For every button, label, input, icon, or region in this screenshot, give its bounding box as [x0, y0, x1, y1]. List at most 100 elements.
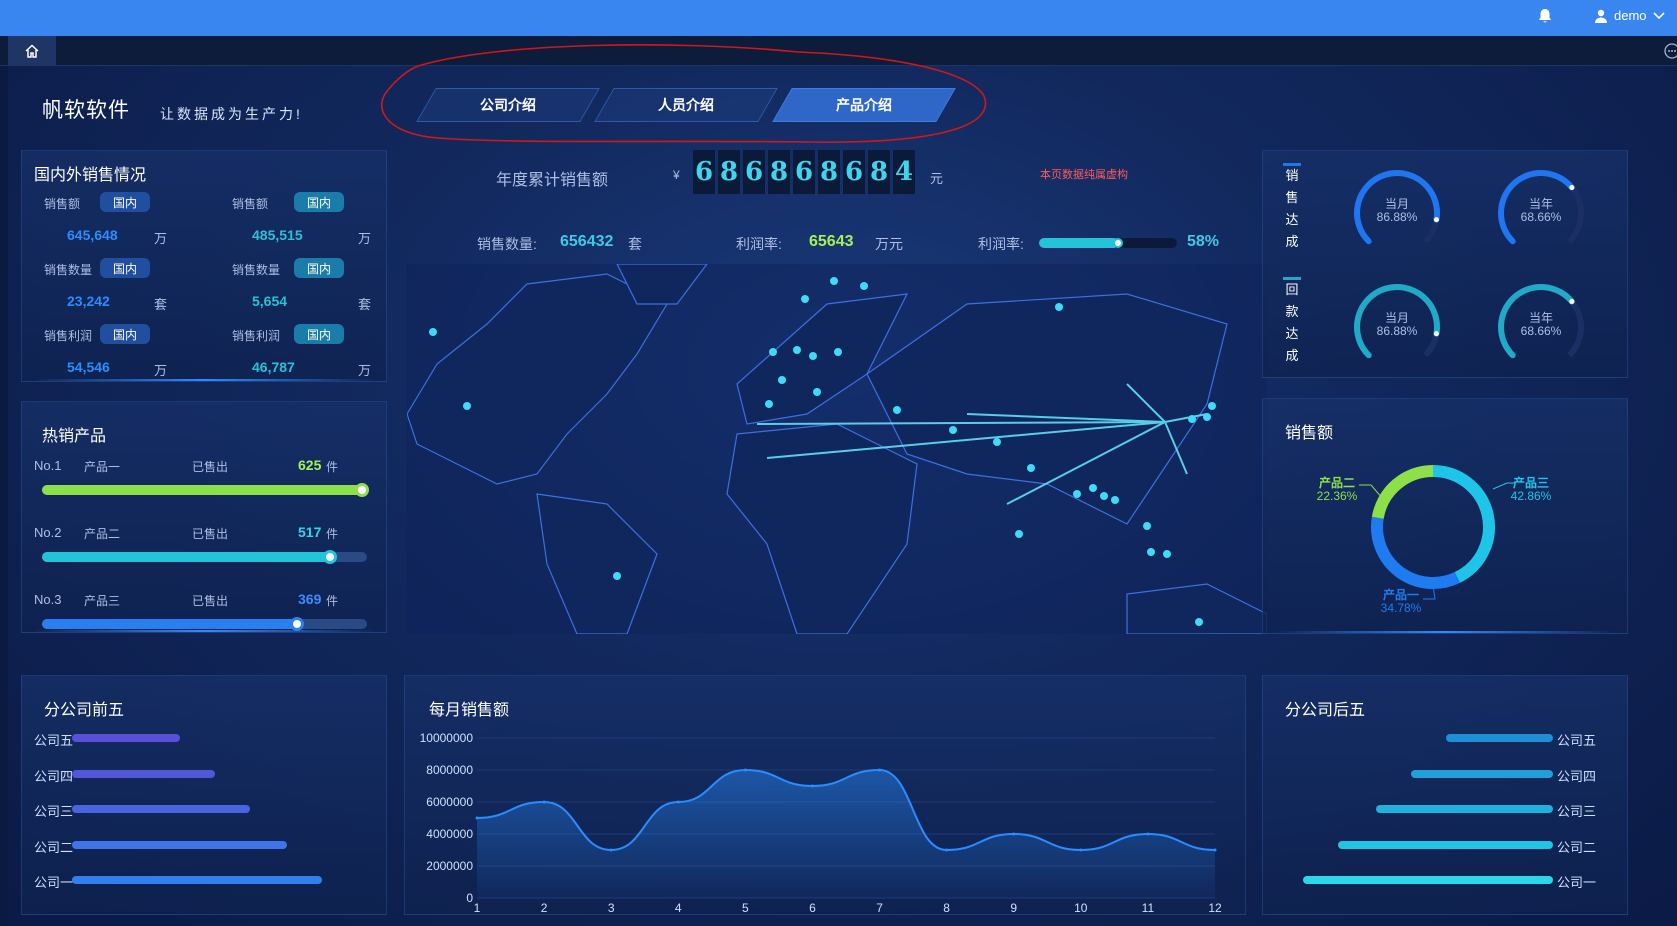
data-point [609, 848, 613, 852]
top-five-panel: 分公司前五 公司五 公司四 公司三 公司二 公司一 [21, 675, 387, 915]
region-badge[interactable]: 国内 [294, 192, 344, 212]
region-badge[interactable]: 国内 [100, 324, 150, 344]
data-point [542, 800, 546, 804]
panel-title: 分公司前五 [44, 702, 125, 719]
region-badge[interactable]: 国内 [100, 258, 150, 278]
donut-label-name: 产品二 [1319, 475, 1355, 490]
red-annotation-circle [380, 44, 987, 143]
counter-digit: 8 [718, 150, 740, 194]
monthly-sales-chart: 02000000400000060000008000000100000001 2 3… [420, 731, 1222, 915]
company-label: 公司五 [1557, 733, 1597, 748]
product-name: 产品三 [84, 594, 121, 608]
data-point [676, 800, 680, 804]
sold-label: 已售出 [192, 527, 229, 541]
vertical-char: 达 [1285, 212, 1299, 227]
chevron-down-icon [1652, 11, 1665, 19]
counter-digit: 8 [868, 150, 890, 194]
city-dot [1089, 484, 1097, 492]
stat-label: 销售利润 [232, 329, 281, 343]
product-progress-fill [42, 552, 335, 562]
city-dot [860, 282, 868, 290]
achievement-panel: 销售达成 回款达成 当月 86.88% 当年 68.66% 当月 86.88% 当年 68.6… [1262, 150, 1628, 378]
city-dot [949, 426, 957, 434]
data-point [1079, 848, 1083, 852]
y-tick-label: 10000000 [420, 731, 474, 745]
gauge-value: 68.66% [1520, 210, 1562, 224]
x-tick-label: 11 [1142, 901, 1155, 915]
stat-value: 54,546 [67, 359, 110, 375]
company-bar [72, 805, 250, 813]
company-label: 公司二 [1557, 839, 1597, 855]
region-badge[interactable]: 国内 [100, 192, 150, 212]
gauge-value: 86.88% [1376, 210, 1418, 224]
hot-products-panel: 热销产品 No.1 产品一 已售出 625 件 No.2 产品二 已售出 517 件 No.3 产品三… [21, 401, 387, 633]
more-icon[interactable] [1664, 43, 1677, 59]
donut-label-name: 产品三 [1513, 475, 1549, 490]
company-label: 公司一 [34, 875, 74, 890]
city-dot [778, 376, 786, 384]
stat-value: 485,515 [252, 227, 303, 243]
city-dot [1208, 402, 1216, 410]
product-rank: No.1 [34, 458, 62, 473]
domestic-foreign-panel: 国内外销售情况 销售额 国内 645,648 万销售额 国内 485,515 万销售数量 国内… [21, 150, 387, 382]
monthly-sales-panel: 每月销售额 0 2000000 4000000 6000000 8000000 10000… [404, 675, 1246, 915]
stat-value: 23,242 [67, 293, 110, 309]
stat-label: 销售额 [44, 197, 81, 211]
region-badge[interactable]: 国内 [294, 258, 344, 278]
sold-value: 369 [298, 591, 322, 607]
y-tick-label: 8000000 [426, 763, 473, 777]
bottom-five-panel: 分公司后五 公司五 公司四 公司三 公司二 公司一 [1262, 675, 1628, 915]
city-dot [1055, 303, 1063, 311]
product-name: 产品一 [84, 460, 121, 474]
city-dot [769, 348, 777, 356]
vertical-char: 回 [1285, 282, 1299, 297]
vertical-char: 销 [1285, 168, 1299, 183]
region-badge[interactable]: 国内 [294, 324, 344, 344]
stat-value: 46,787 [252, 359, 295, 375]
home-tab[interactable] [8, 36, 56, 66]
sold-unit: 件 [326, 460, 339, 474]
sold-label: 已售出 [192, 594, 229, 608]
user-menu[interactable]: demo [1594, 8, 1665, 23]
y-tick-label: 4000000 [426, 827, 473, 841]
panel-accent-line [1273, 631, 1617, 633]
sales-donut-panel: 销售额 产品三 42.86% 产品一 34.78% 产品二 22.36% [1262, 398, 1628, 634]
counter-digit: 8 [818, 150, 840, 194]
stat-unit: 万 [358, 363, 372, 378]
dashboard: 帆软软件 让数据成为生产力! 公司介绍 人员介绍 产品介绍 国内外销售情况 销售… [8, 44, 1677, 926]
city-dot [1147, 548, 1155, 556]
disclaimer-note: 本页数据纯属虚构 [1040, 169, 1128, 181]
city-dot [993, 438, 1001, 446]
x-tick-label: 1 [474, 901, 481, 915]
y-tick-label: 0 [466, 891, 473, 905]
sold-unit: 件 [326, 527, 339, 541]
company-bar [72, 876, 322, 884]
panel-title: 热销产品 [42, 428, 107, 445]
product-progress-knob [322, 550, 337, 564]
donut-slice [1371, 516, 1460, 589]
city-dot [1163, 550, 1171, 558]
company-bar [72, 840, 287, 849]
slogan: 让数据成为生产力! [160, 106, 303, 122]
company-bar [1410, 769, 1553, 778]
city-dot [830, 277, 838, 285]
world-map [407, 264, 1267, 634]
annual-unit: 元 [930, 171, 944, 186]
bell-icon[interactable] [1538, 8, 1552, 24]
company-label: 公司四 [1557, 768, 1597, 784]
city-dot [429, 328, 437, 336]
product-progress-knob [290, 617, 304, 631]
city-dot [1015, 530, 1023, 538]
x-tick-label: 4 [675, 901, 682, 915]
sold-unit: 件 [326, 594, 339, 608]
city-dot [613, 572, 621, 580]
city-dot [1203, 413, 1211, 421]
vertical-char: 款 [1285, 304, 1299, 319]
donut-label-value: 34.78% [1381, 601, 1422, 615]
stat-unit: 套 [154, 297, 168, 312]
y-tick-label: 6000000 [426, 795, 473, 809]
donut-label-value: 22.36% [1317, 489, 1358, 503]
y-tick-label: 2000000 [426, 859, 473, 873]
user-name: demo [1614, 8, 1647, 23]
city-dot [1027, 464, 1035, 472]
